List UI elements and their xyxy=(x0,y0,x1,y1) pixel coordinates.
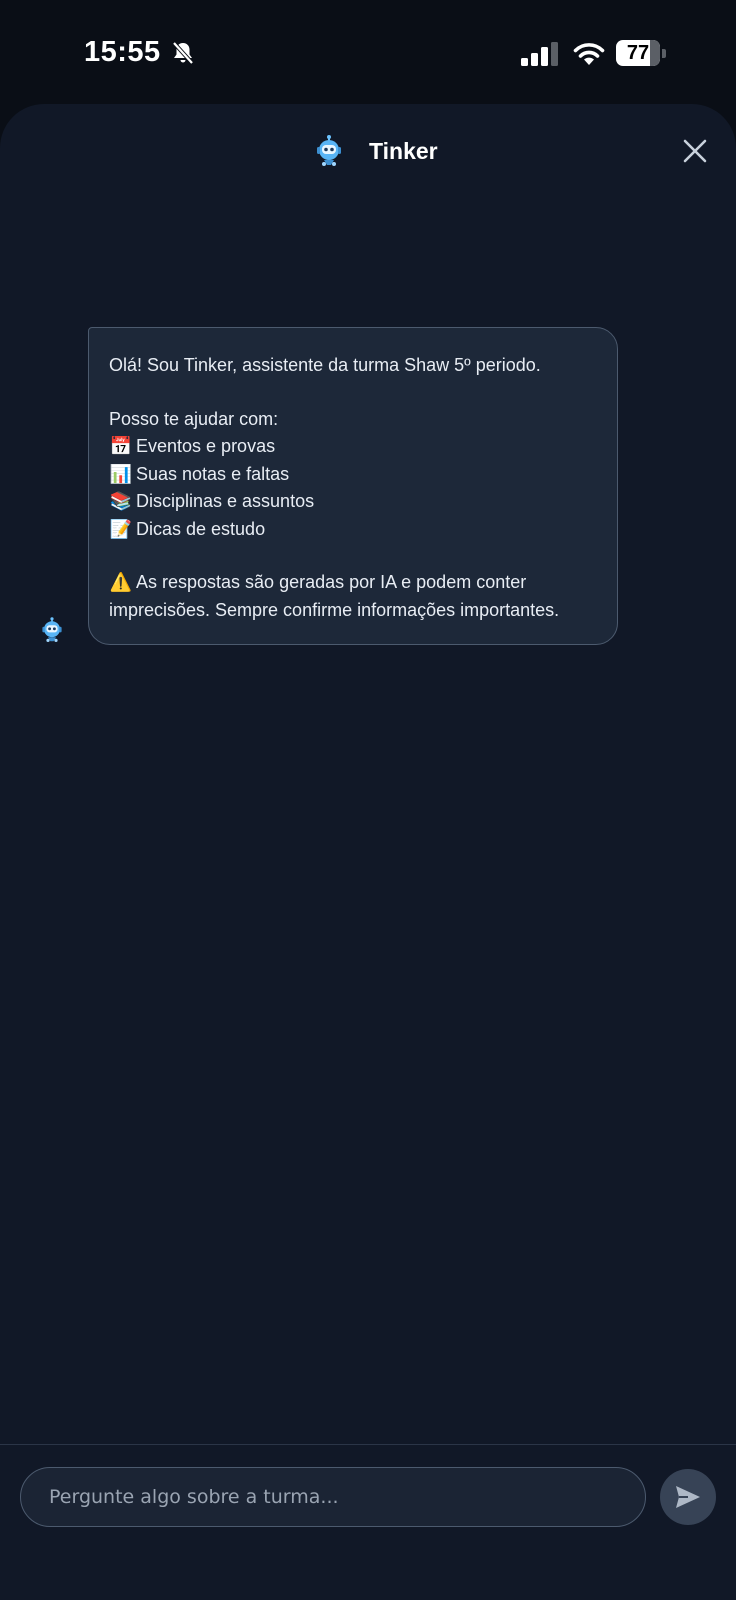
message-composer xyxy=(0,1444,736,1600)
chat-sheet: Tinker Olá! Sou Tinker, assistente da tu… xyxy=(0,104,736,1600)
battery-icon: 77 xyxy=(616,40,666,66)
list-item-label: Disciplinas e assuntos xyxy=(136,491,315,511)
memo-icon: 📝 xyxy=(109,518,133,540)
chat-header: Tinker xyxy=(0,104,736,196)
calendar-icon: 📅 xyxy=(109,436,133,457)
warning-text: As respostas são geradas por IA e podem … xyxy=(109,572,560,620)
chat-title: Tinker xyxy=(369,138,438,164)
send-icon xyxy=(676,1486,700,1508)
status-time: 15:55 xyxy=(84,36,161,68)
list-item-label: Dicas de estudo xyxy=(136,518,266,539)
robot-icon xyxy=(317,135,341,166)
send-button[interactable] xyxy=(660,1469,716,1525)
list-item: 📊 Suas notas e faltas xyxy=(109,461,597,489)
warning-icon: ⚠️ xyxy=(109,572,133,593)
list-item-label: Eventos e provas xyxy=(136,436,276,456)
list-item-label: Suas notas e faltas xyxy=(136,463,290,484)
close-icon[interactable] xyxy=(680,136,710,166)
signal-icon xyxy=(521,42,558,66)
list-item: 📝 Dicas de estudo xyxy=(109,516,597,544)
list-item: 📚 Disciplinas e assuntos xyxy=(109,488,597,516)
bot-avatar-icon xyxy=(42,617,62,642)
books-icon: 📚 xyxy=(109,491,133,512)
list-item: 📅 Eventos e provas xyxy=(109,433,597,461)
bar-chart-icon: 📊 xyxy=(109,463,133,485)
message-greeting: Olá! Sou Tinker, assistente da turma Sha… xyxy=(109,355,541,375)
battery-percentage: 77 xyxy=(626,42,650,64)
message-list[interactable]: Olá! Sou Tinker, assistente da turma Sha… xyxy=(0,196,736,1444)
bell-muted-icon xyxy=(172,41,194,65)
bot-message-bubble: Olá! Sou Tinker, assistente da turma Sha… xyxy=(88,327,618,645)
question-input[interactable] xyxy=(20,1467,646,1527)
message-intro: Posso te ajudar com: xyxy=(109,408,279,429)
status-bar: 15:55 77 xyxy=(0,0,736,104)
message-warning: ⚠️ As respostas são geradas por IA e pode… xyxy=(109,569,597,624)
wifi-icon xyxy=(573,43,605,65)
